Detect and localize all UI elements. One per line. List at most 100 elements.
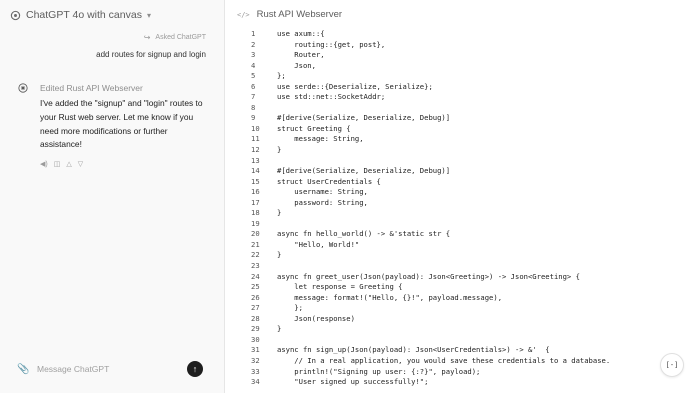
model-selector[interactable]: ChatGPT 4o with canvas ▾ bbox=[10, 9, 151, 21]
code-line: 26 message: format!("Hello, {}!", payloa… bbox=[251, 293, 610, 304]
code-text: Router, bbox=[277, 50, 325, 60]
code-text: async fn hello_world() -> &'static str { bbox=[277, 229, 451, 239]
paperclip-icon[interactable]: 📎 bbox=[17, 364, 29, 375]
line-number: 4 bbox=[251, 60, 256, 70]
speaker-icon[interactable]: ◀) bbox=[40, 160, 48, 168]
code-line: 6 use serde::{Deserialize, Serialize}; bbox=[251, 82, 610, 93]
line-number: 20 bbox=[251, 229, 260, 239]
chatgpt-avatar-icon bbox=[18, 83, 28, 93]
code-line: 9 #[derive(Serialize, Deserialize, Debug)… bbox=[251, 113, 610, 124]
code-text: struct UserCredentials { bbox=[277, 176, 381, 186]
line-number: 16 bbox=[251, 187, 260, 197]
model-label: ChatGPT 4o with canvas bbox=[26, 9, 142, 21]
code-line: 15 struct UserCredentials { bbox=[251, 177, 610, 188]
line-number: 25 bbox=[251, 282, 260, 292]
line-number: 3 bbox=[251, 50, 256, 60]
code-line: 31 async fn sign_up(Json(payload): Json<U… bbox=[251, 345, 610, 356]
code-line: 30 bbox=[251, 335, 610, 346]
code-line: 13 bbox=[251, 156, 610, 167]
code-line: 29} bbox=[251, 324, 610, 335]
code-line: 25 let response = Greeting { bbox=[251, 282, 610, 293]
code-line: 19 bbox=[251, 219, 610, 230]
line-number: 22 bbox=[251, 250, 260, 260]
code-line: 8 bbox=[251, 103, 610, 114]
line-number: 5 bbox=[251, 71, 256, 81]
line-number: 13 bbox=[251, 155, 260, 165]
code-text: message: String, bbox=[277, 134, 364, 144]
arrow-up-icon: ↑ bbox=[192, 364, 198, 374]
code-line: 2 routing::{get, post}, bbox=[251, 40, 610, 51]
code-text: // In a real application, you would save… bbox=[277, 355, 611, 365]
code-text: Json, bbox=[277, 60, 316, 70]
code-line: 12} bbox=[251, 145, 610, 156]
chevron-down-icon: ▾ bbox=[146, 10, 151, 20]
canvas-header: </> Rust API Webserver bbox=[237, 9, 342, 20]
code-line: 34 "User signed up successfully!"; bbox=[251, 377, 610, 388]
assistant-response-text: I've added the "signup" and "login" rout… bbox=[40, 98, 203, 150]
line-number: 2 bbox=[251, 39, 256, 49]
copy-icon[interactable]: ◫ bbox=[54, 160, 61, 168]
code-text: routing::{get, post}, bbox=[277, 39, 386, 49]
reply-arrow-icon: ↪ bbox=[143, 33, 151, 42]
code-line: 33 println!("Signing up user: {:?}", pay… bbox=[251, 367, 610, 378]
code-text: username: String, bbox=[277, 187, 368, 197]
code-editor[interactable]: 1 use axum::{2 routing::{get, post}, 3 Rou… bbox=[251, 29, 610, 388]
code-text: use axum::{ bbox=[277, 29, 325, 38]
code-line: 7 use std::net::SocketAddr; bbox=[251, 92, 610, 103]
code-line: 24 async fn greet_user(Json(payload): Jso… bbox=[251, 272, 610, 283]
line-number: 28 bbox=[251, 313, 260, 323]
code-line: 32 // In a real application, you would s… bbox=[251, 356, 610, 367]
code-text: }; bbox=[277, 303, 303, 313]
asked-label: Asked ChatGPT bbox=[155, 34, 206, 41]
code-line: 10 struct Greeting { bbox=[251, 124, 610, 135]
code-text: #[derive(Serialize, Deserialize, Debug)] bbox=[277, 113, 451, 123]
collapse-canvas-button[interactable]: [-] bbox=[660, 353, 684, 377]
code-text: use serde::{Deserialize, Serialize}; bbox=[277, 81, 433, 91]
user-message: add routes for signup and login bbox=[96, 50, 206, 59]
code-text: async fn sign_up(Json(payload): Json<Use… bbox=[277, 345, 550, 355]
thumbs-down-icon[interactable]: ▽ bbox=[78, 160, 83, 168]
code-text: async fn greet_user(Json(payload): Json<… bbox=[277, 271, 580, 281]
thumbs-up-icon[interactable]: △ bbox=[66, 160, 71, 168]
line-number: 7 bbox=[251, 92, 256, 102]
line-number: 14 bbox=[251, 166, 260, 176]
message-actions: ◀) ◫ △ ▽ bbox=[40, 160, 213, 168]
line-number: 31 bbox=[251, 345, 260, 355]
code-line: 21 "Hello, World!" bbox=[251, 240, 610, 251]
line-number: 6 bbox=[251, 81, 256, 91]
line-number: 1 bbox=[251, 29, 256, 38]
line-number: 23 bbox=[251, 261, 260, 271]
line-number: 34 bbox=[251, 377, 260, 387]
line-number: 30 bbox=[251, 334, 260, 344]
line-number: 26 bbox=[251, 292, 260, 302]
code-text: #[derive(Serialize, Deserialize, Debug)] bbox=[277, 166, 451, 176]
app-window: ChatGPT 4o with canvas ▾ ↪ Asked ChatGPT… bbox=[0, 0, 700, 393]
code-line: 16 username: String, bbox=[251, 187, 610, 198]
chat-panel: ChatGPT 4o with canvas ▾ ↪ Asked ChatGPT… bbox=[0, 0, 225, 393]
canvas-title: Rust API Webserver bbox=[256, 9, 343, 20]
code-line: 14 #[derive(Serialize, Deserialize, Debug… bbox=[251, 166, 610, 177]
code-line: 18} bbox=[251, 208, 610, 219]
asked-chatgpt-indicator: ↪ Asked ChatGPT bbox=[144, 33, 206, 42]
canvas-panel: </> Rust API Webserver 1 use axum::{2 rou… bbox=[225, 0, 700, 393]
code-text: message: format!("Hello, {}!", payload.m… bbox=[277, 292, 503, 302]
line-number: 15 bbox=[251, 176, 260, 186]
code-text: let response = Greeting { bbox=[277, 282, 403, 292]
code-icon: </> bbox=[237, 10, 250, 19]
line-number: 33 bbox=[251, 366, 260, 376]
code-text: password: String, bbox=[277, 197, 368, 207]
code-line: 4 Json, bbox=[251, 61, 610, 72]
send-button[interactable]: ↑ bbox=[187, 361, 203, 377]
code-line: 28 Json(response) bbox=[251, 314, 610, 325]
line-number: 29 bbox=[251, 324, 260, 334]
code-text: "User signed up successfully!"; bbox=[277, 377, 429, 387]
code-text: "Hello, World!" bbox=[277, 239, 360, 249]
assistant-message: Edited Rust API Webserver I've added the… bbox=[18, 83, 213, 168]
code-text: println!("Signing up user: {:?}", payloa… bbox=[277, 366, 481, 376]
edited-canvas-link[interactable]: Edited Rust API Webserver bbox=[40, 83, 213, 93]
line-number: 10 bbox=[251, 123, 260, 133]
message-input[interactable] bbox=[35, 363, 179, 375]
line-number: 12 bbox=[251, 145, 260, 155]
code-line: 23 bbox=[251, 261, 610, 272]
line-number: 8 bbox=[251, 102, 256, 112]
